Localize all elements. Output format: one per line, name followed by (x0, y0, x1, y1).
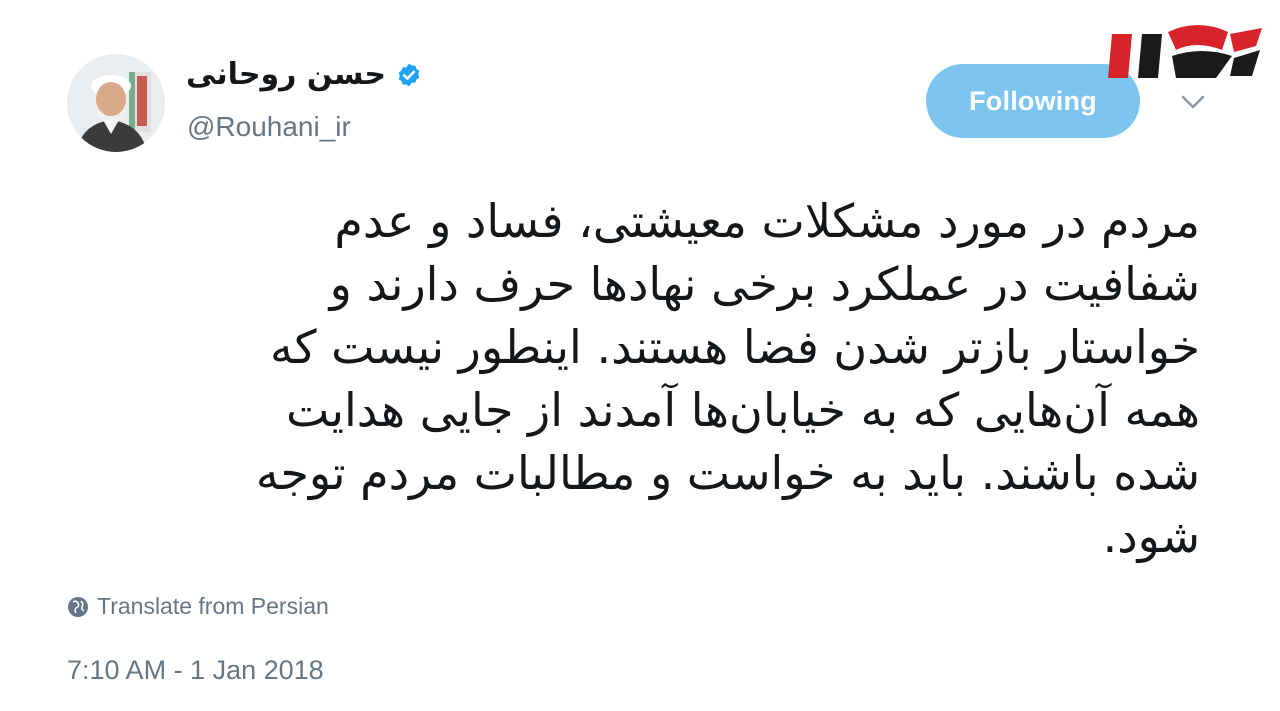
tweet-text: مردم در مورد مشکلات معیشتی، فساد و عدم ش… (255, 194, 1200, 563)
author-name-row: حسن روحانی (186, 60, 422, 90)
author-display-name[interactable]: حسن روحانی (186, 60, 386, 90)
translate-label[interactable]: Translate from Persian (97, 593, 329, 620)
brand-logo (1108, 25, 1262, 78)
globe-icon (68, 596, 88, 617)
avatar-image (67, 54, 165, 152)
chevron-down-icon[interactable] (1180, 93, 1206, 111)
tweet-timestamp[interactable]: 7:10 AM - 1 Jan 2018 (67, 655, 324, 686)
author-handle[interactable]: @Rouhani_ir (187, 113, 351, 141)
tweet-card: حسن روحانی @Rouhani_ir Following مردم در… (0, 0, 1280, 711)
translate-link[interactable]: Translate from Persian (67, 593, 329, 620)
verified-badge-icon (398, 63, 420, 87)
avatar[interactable] (67, 54, 165, 152)
